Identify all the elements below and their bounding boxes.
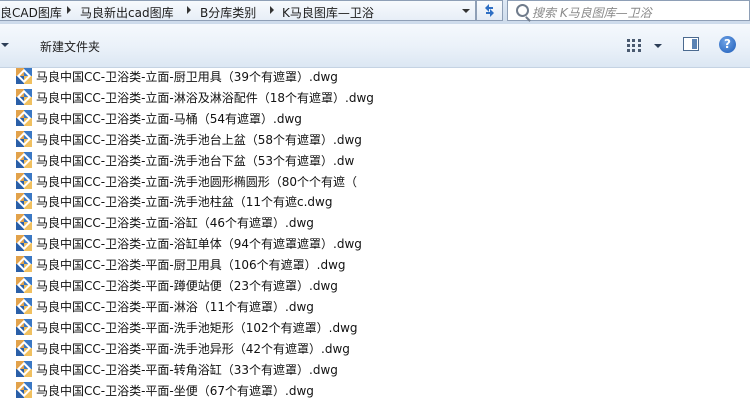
- dwg-file-icon: [16, 297, 32, 314]
- file-item[interactable]: 马良中国CC-卫浴类-立面-洗手池台下盆（53个有遮罩）.dw: [16, 151, 716, 171]
- file-name: 马良中国CC-卫浴类-立面-淋浴及淋浴配件（18个有遮罩）.dwg: [36, 90, 374, 105]
- file-name: 马良中国CC-卫浴类-平面-淋浴（11个有遮罩）.dwg: [36, 299, 314, 314]
- address-bar-row: 良CAD图库 马良新出cad图库 B分库类别 K马良图库—卫浴 搜索 K马良图库…: [0, 0, 750, 24]
- file-list: 马良中国CC-卫浴类-立面-厨卫用具（39个有遮罩）.dwg 马良中国CC-卫浴类…: [0, 67, 750, 405]
- dwg-file-icon: [16, 235, 32, 252]
- file-item[interactable]: 马良中国CC-卫浴类-平面-蹲便站便（23个有遮罩）.dwg: [16, 276, 716, 296]
- dwg-file-icon: [16, 130, 32, 147]
- search-input[interactable]: 搜索 K马良图库—卫浴: [532, 4, 652, 21]
- file-name: 马良中国CC-卫浴类-立面-洗手池台上盆（58个有遮罩）.dwg: [36, 132, 362, 147]
- dwg-file-icon: [16, 214, 32, 231]
- dwg-file-icon: [16, 339, 32, 356]
- organize-dropdown-icon[interactable]: [1, 43, 9, 47]
- dwg-file-icon: [16, 360, 32, 377]
- file-item[interactable]: 马良中国CC-卫浴类-平面-洗手池矩形（102个有遮罩）.dwg: [16, 318, 716, 338]
- breadcrumb-separator-icon[interactable]: [270, 6, 274, 14]
- dwg-file-icon: [16, 88, 32, 105]
- dwg-file-icon: [16, 151, 32, 168]
- file-name: 马良中国CC-卫浴类-平面-洗手池异形（42个有遮罩）.dwg: [36, 341, 350, 356]
- dwg-file-icon: [16, 256, 32, 273]
- change-view-icon[interactable]: [627, 39, 643, 52]
- file-item[interactable]: 马良中国CC-卫浴类-立面-浴缸单体（94个有遮罩遮罩）.dwg: [16, 234, 716, 254]
- file-item[interactable]: 马良中国CC-卫浴类-平面-转角浴缸（33个有遮罩）.dwg: [16, 360, 716, 380]
- address-bar[interactable]: 良CAD图库 马良新出cad图库 B分库类别 K马良图库—卫浴: [0, 0, 476, 21]
- file-item[interactable]: 马良中国CC-卫浴类-平面-洗手池异形（42个有遮罩）.dwg: [16, 339, 716, 359]
- refresh-button[interactable]: [476, 0, 503, 21]
- command-toolbar: 新建文件夹 ?: [0, 24, 750, 68]
- file-item[interactable]: 马良中国CC-卫浴类-平面-厨卫用具（106个有遮罩）.dwg: [16, 255, 716, 275]
- search-box[interactable]: 搜索 K马良图库—卫浴: [507, 0, 750, 21]
- dwg-file-icon: [16, 277, 32, 293]
- file-name: 马良中国CC-卫浴类-立面-洗手池台下盆（53个有遮罩）.dw: [36, 153, 355, 168]
- help-icon[interactable]: ?: [719, 36, 736, 53]
- preview-pane-icon[interactable]: [683, 37, 699, 51]
- breadcrumb-item[interactable]: B分库类别: [200, 4, 256, 21]
- refresh-icon: [485, 4, 494, 17]
- file-name: 马良中国CC-卫浴类-平面-转角浴缸（33个有遮罩）.dwg: [36, 362, 338, 377]
- dwg-file-icon: [16, 68, 32, 84]
- file-item[interactable]: 马良中国CC-卫浴类-立面-洗手池台上盆（58个有遮罩）.dwg: [16, 130, 716, 150]
- file-name: 马良中国CC-卫浴类-立面-马桶（54有遮罩）.dwg: [36, 111, 302, 126]
- breadcrumb-separator-icon[interactable]: [187, 6, 191, 14]
- file-name: 马良中国CC-卫浴类-平面-厨卫用具（106个有遮罩）.dwg: [36, 258, 346, 273]
- file-name: 马良中国CC-卫浴类-平面-坐便（67个有遮罩）.dwg: [36, 383, 314, 398]
- file-item[interactable]: 马良中国CC-卫浴类-立面-洗手池圆形椭圆形（80个个有遮（: [16, 172, 716, 192]
- file-name: 马良中国CC-卫浴类-立面-厨卫用具（39个有遮罩）.dwg: [36, 70, 338, 84]
- file-item[interactable]: 马良中国CC-卫浴类-立面-浴缸（46个有遮罩）.dwg: [16, 213, 716, 233]
- dwg-file-icon: [16, 109, 32, 126]
- file-item[interactable]: 马良中国CC-卫浴类-立面-马桶（54有遮罩）.dwg: [16, 109, 716, 129]
- file-name: 马良中国CC-卫浴类-平面-蹲便站便（23个有遮罩）.dwg: [36, 279, 338, 293]
- file-item[interactable]: 马良中国CC-卫浴类-立面-厨卫用具（39个有遮罩）.dwg: [16, 67, 716, 87]
- file-item[interactable]: 马良中国CC-卫浴类-平面-淋浴（11个有遮罩）.dwg: [16, 297, 716, 317]
- file-name: 马良中国CC-卫浴类-立面-浴缸单体（94个有遮罩遮罩）.dwg: [36, 237, 362, 252]
- new-folder-button[interactable]: 新建文件夹: [40, 38, 100, 55]
- dwg-file-icon: [16, 172, 32, 189]
- file-name: 马良中国CC-卫浴类-立面-洗手池柱盆（11个有遮c.dwg: [36, 195, 333, 210]
- file-name: 马良中国CC-卫浴类-平面-洗手池矩形（102个有遮罩）.dwg: [36, 320, 358, 335]
- address-history-dropdown-icon[interactable]: [462, 9, 470, 13]
- view-options-dropdown-icon[interactable]: [654, 44, 662, 48]
- dwg-file-icon: [16, 381, 32, 398]
- file-name: 马良中国CC-卫浴类-立面-浴缸（46个有遮罩）.dwg: [36, 216, 314, 231]
- file-item[interactable]: 马良中国CC-卫浴类-立面-淋浴及淋浴配件（18个有遮罩）.dwg: [16, 88, 716, 108]
- breadcrumb-item[interactable]: 马良新出cad图库: [80, 4, 174, 21]
- dwg-file-icon: [16, 193, 32, 210]
- file-name: 马良中国CC-卫浴类-立面-洗手池圆形椭圆形（80个个有遮（: [36, 174, 358, 189]
- breadcrumb-separator-icon[interactable]: [67, 6, 71, 14]
- file-item[interactable]: 马良中国CC-卫浴类-平面-坐便（67个有遮罩）.dwg: [16, 381, 716, 401]
- search-icon: [516, 4, 529, 17]
- breadcrumb-item[interactable]: K马良图库—卫浴: [282, 4, 374, 21]
- dwg-file-icon: [16, 318, 32, 335]
- breadcrumb-item[interactable]: 良CAD图库: [0, 4, 62, 21]
- file-item[interactable]: 马良中国CC-卫浴类-立面-洗手池柱盆（11个有遮c.dwg: [16, 192, 716, 212]
